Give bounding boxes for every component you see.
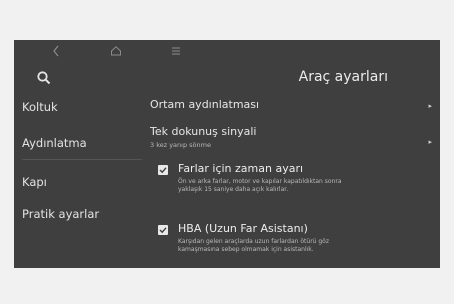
- headlight-timer-label: Farlar için zaman ayarı: [178, 162, 304, 175]
- sidebar-item-pratik-ayarlar[interactable]: Pratik ayarlar: [22, 207, 99, 221]
- chevron-right-icon[interactable]: ▸: [428, 138, 432, 146]
- search-icon[interactable]: [36, 70, 52, 86]
- top-bar: [14, 40, 440, 62]
- checkmark-icon: [159, 227, 167, 234]
- headlight-timer-desc: Ön ve arka farlar, motor ve kapılar kapa…: [178, 178, 418, 194]
- menu-icon[interactable]: [170, 45, 182, 57]
- hba-desc-line1: Karşıdan gelen araçlarda uzun farlardan …: [178, 238, 329, 245]
- sidebar-item-kapi[interactable]: Kapı: [22, 175, 47, 189]
- hba-desc: Karşıdan gelen araçlarda uzun farlardan …: [178, 238, 418, 254]
- headlight-timer-desc-line1: Ön ve arka farlar, motor ve kapılar kapa…: [178, 178, 342, 185]
- home-icon[interactable]: [110, 45, 122, 57]
- row-one-touch-signal-sub: 3 kez yanıp sönme: [150, 141, 211, 149]
- hba-label: HBA (Uzun Far Asistanı): [178, 222, 308, 235]
- sidebar-divider: [22, 159, 142, 160]
- hba-checkbox[interactable]: [158, 225, 168, 235]
- row-ambient-lighting[interactable]: Ortam aydınlatması: [150, 98, 259, 111]
- checkmark-icon: [159, 167, 167, 174]
- page-title: Araç ayarları: [298, 69, 388, 85]
- headlight-timer-desc-line2: yaklaşık 15 saniye daha açık kalırlar.: [178, 186, 289, 193]
- chevron-right-icon[interactable]: ▸: [428, 102, 432, 110]
- sidebar-item-koltuk[interactable]: Koltuk: [22, 100, 58, 114]
- row-one-touch-signal[interactable]: Tek dokunuş sinyali: [150, 125, 257, 138]
- back-icon[interactable]: [52, 45, 60, 57]
- headlight-timer-checkbox[interactable]: [158, 165, 168, 175]
- sidebar-item-aydinlatma[interactable]: Aydınlatma: [22, 136, 87, 150]
- settings-screen: Araç ayarları Koltuk Aydınlatma Kapı Pra…: [14, 40, 440, 268]
- hba-desc-line2: kamaşmasına sebep olmamak için asistanlı…: [178, 246, 314, 253]
